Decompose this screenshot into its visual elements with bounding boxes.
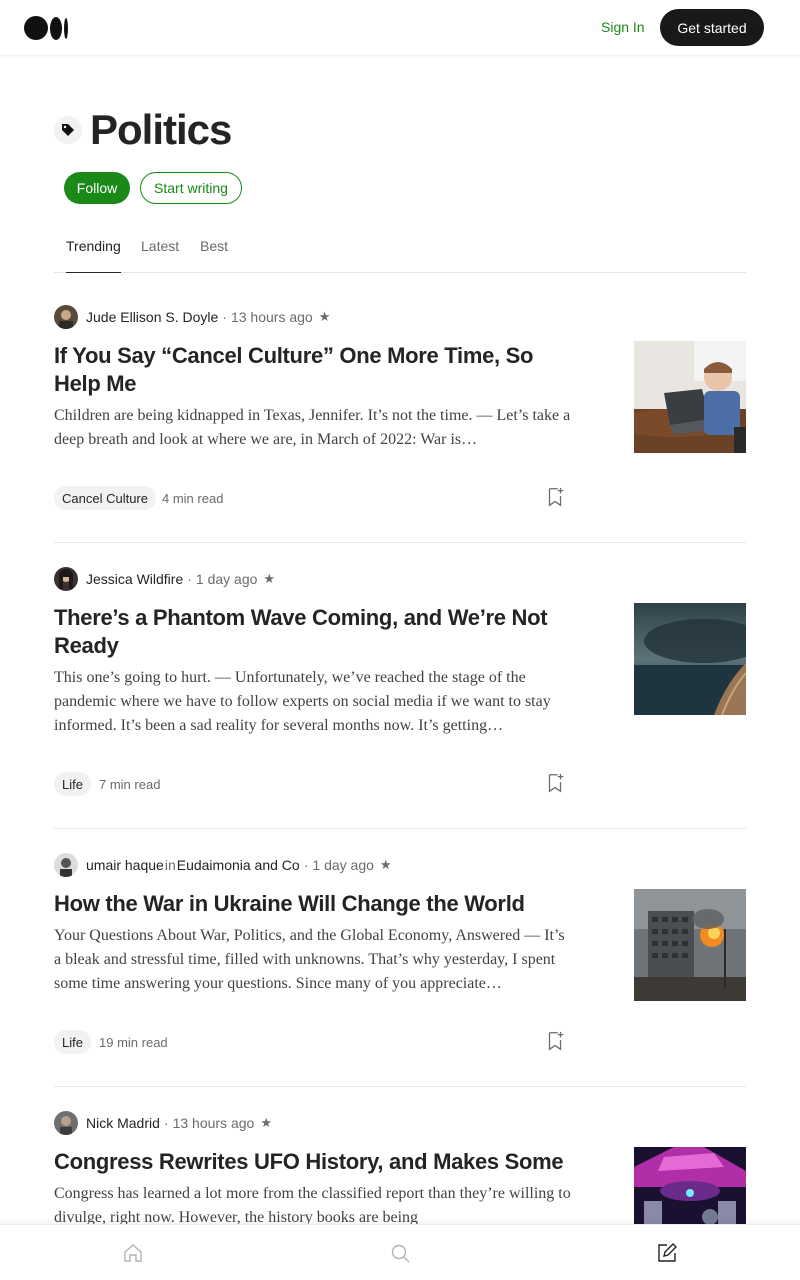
article-meta: Jessica Wildfire · 1 day ago ★ [54,567,275,591]
write-icon[interactable] [655,1241,679,1265]
article-card[interactable]: Jude Ellison S. Doyle · 13 hours ago ★ I… [54,305,746,543]
article-excerpt[interactable]: Children are being kidnapped in Texas, J… [54,404,574,452]
article-meta: Jude Ellison S. Doyle · 13 hours ago ★ [54,305,330,329]
author-name[interactable]: Jessica Wildfire [86,571,183,587]
article-title[interactable]: Congress Rewrites UFO History, and Makes… [54,1148,584,1176]
publish-time: 1 day ago [195,571,258,587]
article-excerpt[interactable]: This one’s going to hurt. — Unfortunatel… [54,666,574,738]
read-time: 4 min read [162,491,224,506]
member-star-icon: ★ [318,309,331,324]
publish-time: 13 hours ago [230,309,313,325]
topic-tag-pill[interactable]: Life [54,772,91,796]
search-icon[interactable] [388,1241,412,1265]
get-started-button[interactable]: Get started [660,9,764,46]
article-meta: Nick Madrid · 13 hours ago ★ [54,1111,272,1135]
publication-name[interactable]: Eudaimonia and Co [177,857,300,873]
article-card[interactable]: Nick Madrid · 13 hours ago ★ Congress Re… [54,1111,746,1224]
article-card[interactable]: umair haque in Eudaimonia and Co · 1 day… [54,853,746,1087]
author-name[interactable]: Jude Ellison S. Doyle [86,309,218,325]
article-excerpt[interactable]: Congress has learned a lot more from the… [54,1182,574,1224]
member-star-icon: ★ [260,1115,272,1130]
bookmark-add-icon[interactable] [544,1030,566,1052]
tag-icon [54,116,82,144]
article-title[interactable]: If You Say “Cancel Culture” One More Tim… [54,342,584,398]
bookmark-add-icon[interactable] [544,772,566,794]
topic-tag-pill[interactable]: Cancel Culture [54,486,156,510]
start-writing-button[interactable]: Start writing [140,172,242,204]
member-star-icon: ★ [379,857,392,872]
article-thumbnail[interactable] [634,603,746,715]
article-thumbnail[interactable] [634,889,746,1001]
read-time: 19 min read [99,1035,168,1050]
publish-time: 13 hours ago [172,1115,255,1131]
read-time: 7 min read [99,777,161,792]
publish-time: 1 day ago [312,857,374,873]
tab-trending[interactable]: Trending [66,238,121,273]
article-thumbnail[interactable] [634,341,746,453]
avatar[interactable] [54,305,78,329]
article-thumbnail[interactable] [634,1147,746,1224]
page-title: Politics [90,106,232,153]
topic-tag-pill[interactable]: Life [54,1030,91,1054]
follow-button[interactable]: Follow [64,172,130,204]
home-icon[interactable] [121,1241,145,1265]
bookmark-add-icon[interactable] [544,486,566,508]
article-meta: umair haque in Eudaimonia and Co · 1 day… [54,853,392,877]
member-star-icon: ★ [263,571,276,586]
article-excerpt[interactable]: Your Questions About War, Politics, and … [54,924,574,996]
article-title[interactable]: There’s a Phantom Wave Coming, and We’re… [54,604,584,660]
avatar[interactable] [54,1111,78,1135]
article-title[interactable]: How the War in Ukraine Will Change the W… [54,890,584,918]
article-card[interactable]: Jessica Wildfire · 1 day ago ★ There’s a… [54,567,746,829]
author-name[interactable]: umair haque [86,857,164,873]
tab-best[interactable]: Best [200,238,228,273]
sign-in-link[interactable]: Sign In [601,19,645,35]
author-name[interactable]: Nick Madrid [86,1115,160,1131]
avatar[interactable] [54,853,78,877]
bottom-nav-bar [0,1224,800,1280]
tab-latest[interactable]: Latest [141,238,179,273]
feed-tabs: Trending Latest Best [54,232,746,273]
top-bar: Sign In Get started [0,0,800,56]
avatar[interactable] [54,567,78,591]
medium-logo[interactable] [24,16,68,40]
